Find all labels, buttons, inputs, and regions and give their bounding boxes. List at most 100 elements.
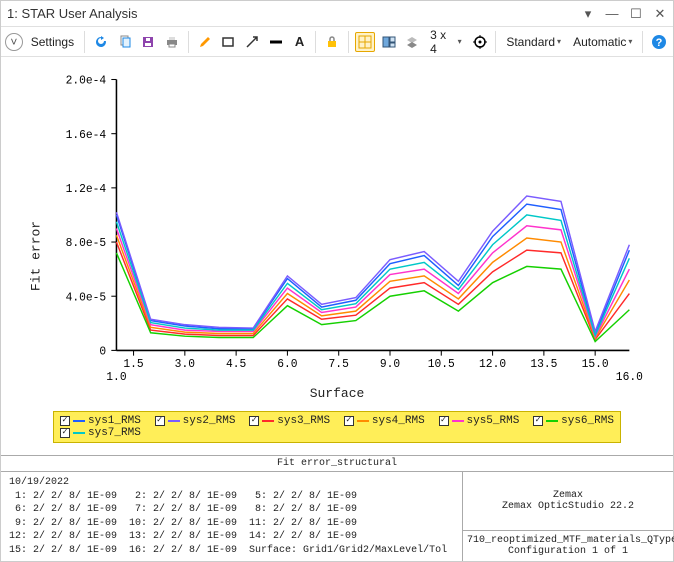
legend-color-swatch: [262, 420, 274, 422]
pencil-icon[interactable]: [195, 32, 215, 52]
legend-item[interactable]: ✓ sys2_RMS: [155, 415, 236, 427]
filename-label: 710_reoptimized_MTF_materials_QType.zmx: [467, 535, 669, 546]
svg-text:1.2e-4: 1.2e-4: [66, 184, 107, 196]
target-icon[interactable]: [470, 32, 490, 52]
standard-dropdown[interactable]: Standard▾: [502, 35, 565, 49]
legend-item[interactable]: ✓ sys6_RMS: [533, 415, 614, 427]
rectangle-icon[interactable]: [219, 32, 239, 52]
info-file: 710_reoptimized_MTF_materials_QType.zmx …: [463, 531, 673, 561]
legend-color-swatch: [73, 432, 85, 434]
separator: [315, 31, 316, 53]
product-label: Zemax OpticStudio 22.2: [502, 501, 634, 512]
copy-icon[interactable]: [115, 32, 135, 52]
chart-legend: ✓ sys1_RMS ✓ sys2_RMS ✓ sys3_RMS ✓ sys4_RMS ✓ sys…: [53, 411, 621, 443]
grid-size-label: 3 x 4: [430, 28, 455, 56]
legend-item[interactable]: ✓ sys4_RMS: [344, 415, 425, 427]
separator: [84, 31, 85, 53]
minimize-icon[interactable]: —: [605, 7, 619, 21]
svg-text:13.5: 13.5: [530, 359, 557, 371]
legend-color-swatch: [452, 420, 464, 422]
legend-item[interactable]: ✓ sys5_RMS: [439, 415, 520, 427]
legend-checkbox-icon[interactable]: ✓: [249, 416, 259, 426]
info-product: Zemax Zemax OpticStudio 22.2: [463, 472, 673, 531]
text-icon[interactable]: A: [290, 32, 310, 52]
print-icon[interactable]: [162, 32, 182, 52]
chart-svg: 0 4.0e-5 8.0e-5 1.2e-4 1.6e-4 2.0e-4 1.5 3.0 4.5…: [19, 69, 655, 384]
standard-label: Standard: [506, 35, 555, 49]
info-right: Zemax Zemax OpticStudio 22.2 710_reoptim…: [463, 472, 673, 561]
svg-text:15.0: 15.0: [582, 359, 609, 371]
expand-toggle-icon[interactable]: ˅: [5, 33, 23, 51]
legend-label: sys3_RMS: [277, 415, 330, 427]
help-icon[interactable]: ?: [649, 32, 669, 52]
legend-checkbox-icon[interactable]: ✓: [439, 416, 449, 426]
x-axis-label: Surface: [19, 386, 655, 401]
svg-text:1.6e-4: 1.6e-4: [66, 130, 107, 142]
automatic-label: Automatic: [573, 35, 626, 49]
arrow-icon[interactable]: [242, 32, 262, 52]
separator: [642, 31, 643, 53]
titlebar: 1: STAR User Analysis ▾ — ☐ ✕: [1, 1, 673, 27]
svg-text:1.5: 1.5: [123, 359, 143, 371]
info-left: 10/19/2022 1: 2/ 2/ 8/ 1E-09 2: 2/ 2/ 8/…: [1, 472, 463, 561]
line-weight-icon[interactable]: [266, 32, 286, 52]
legend-label: sys2_RMS: [183, 415, 236, 427]
legend-checkbox-icon[interactable]: ✓: [60, 428, 70, 438]
svg-text:0: 0: [99, 347, 106, 359]
legend-color-swatch: [73, 420, 85, 422]
grid-view-icon[interactable]: [355, 32, 375, 52]
close-icon[interactable]: ✕: [653, 7, 667, 21]
svg-text:4.0e-5: 4.0e-5: [66, 292, 107, 304]
info-title: Fit error_structural: [1, 456, 673, 472]
svg-text:7.5: 7.5: [329, 359, 349, 371]
maximize-icon[interactable]: ☐: [629, 7, 643, 21]
window-title: 1: STAR User Analysis: [7, 6, 581, 21]
separator: [495, 31, 496, 53]
legend-checkbox-icon[interactable]: ✓: [344, 416, 354, 426]
separator: [188, 31, 189, 53]
legend-color-swatch: [546, 420, 558, 422]
info-body: 10/19/2022 1: 2/ 2/ 8/ 1E-09 2: 2/ 2/ 8/…: [1, 472, 673, 561]
pin-icon[interactable]: ▾: [581, 7, 595, 21]
automatic-dropdown[interactable]: Automatic▾: [569, 35, 636, 49]
window-controls: ▾ — ☐ ✕: [581, 7, 667, 21]
analysis-window: 1: STAR User Analysis ▾ — ☐ ✕ ˅ Settings…: [0, 0, 674, 562]
chart-box[interactable]: 0 4.0e-5 8.0e-5 1.2e-4 1.6e-4 2.0e-4 1.5 3.0 4.5…: [19, 69, 655, 384]
legend-label: sys6_RMS: [561, 415, 614, 427]
separator: [348, 31, 349, 53]
grid-size-dropdown[interactable]: 3 x 4▾: [426, 28, 465, 56]
window-layout-icon[interactable]: [379, 32, 399, 52]
svg-text:8.0e-5: 8.0e-5: [66, 238, 107, 250]
legend-checkbox-icon[interactable]: ✓: [155, 416, 165, 426]
toolbar: ˅ Settings A 3 x 4▾ Standard▾ Automatic▾…: [1, 27, 673, 57]
svg-text:10.5: 10.5: [428, 359, 455, 371]
svg-text:1.0: 1.0: [106, 372, 126, 384]
svg-text:4.5: 4.5: [226, 359, 246, 371]
save-icon[interactable]: [138, 32, 158, 52]
legend-color-swatch: [168, 420, 180, 422]
legend-label: sys5_RMS: [467, 415, 520, 427]
legend-item[interactable]: ✓ sys3_RMS: [249, 415, 330, 427]
legend-checkbox-icon[interactable]: ✓: [533, 416, 543, 426]
legend-label: sys7_RMS: [88, 427, 141, 439]
legend-label: sys1_RMS: [88, 415, 141, 427]
svg-text:3.0: 3.0: [175, 359, 195, 371]
layers-icon[interactable]: [402, 32, 422, 52]
config-label: Configuration 1 of 1: [467, 546, 669, 557]
svg-text:?: ?: [656, 37, 663, 49]
legend-label: sys4_RMS: [372, 415, 425, 427]
settings-button[interactable]: Settings: [27, 35, 78, 49]
svg-text:2.0e-4: 2.0e-4: [66, 76, 107, 88]
legend-checkbox-icon[interactable]: ✓: [60, 416, 70, 426]
svg-text:16.0: 16.0: [616, 372, 643, 384]
svg-text:9.0: 9.0: [380, 359, 400, 371]
legend-color-swatch: [357, 420, 369, 422]
refresh-icon[interactable]: [91, 32, 111, 52]
legend-item[interactable]: ✓ sys1_RMS: [60, 415, 141, 427]
chart-area: Fit error 04.0e-58.0e-51.2e-41.6e-42.0e-…: [1, 57, 673, 455]
lock-icon[interactable]: [322, 32, 342, 52]
svg-text:6.0: 6.0: [277, 359, 297, 371]
legend-item[interactable]: ✓ sys7_RMS: [60, 427, 141, 439]
company-label: Zemax: [553, 490, 583, 501]
info-panel: Fit error_structural 10/19/2022 1: 2/ 2/…: [1, 455, 673, 561]
